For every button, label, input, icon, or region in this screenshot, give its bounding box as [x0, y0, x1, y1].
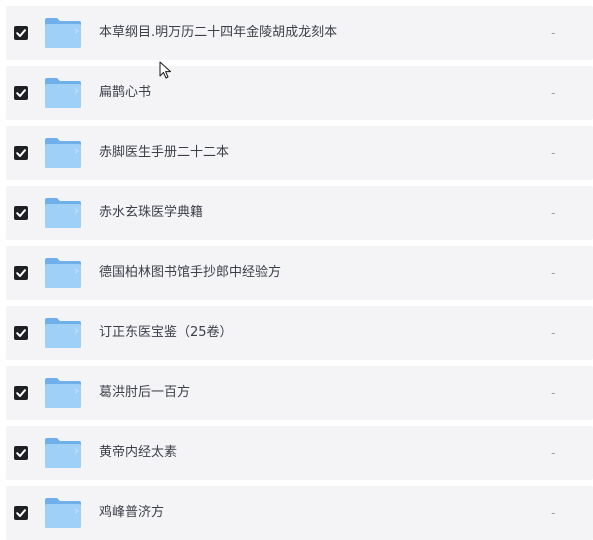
folder-icon: [45, 318, 81, 348]
file-name[interactable]: 本草纲目.明万历二十四年金陵胡成龙刻本: [99, 24, 337, 42]
file-size: -: [551, 506, 556, 520]
folder-icon: [45, 438, 81, 468]
folder-icon: [45, 378, 81, 408]
file-size: -: [551, 206, 556, 220]
file-size: -: [551, 446, 556, 460]
row-checkbox[interactable]: [14, 266, 28, 280]
row-checkbox[interactable]: [14, 506, 28, 520]
file-size: -: [551, 86, 556, 100]
checkmark-icon: [16, 389, 26, 397]
file-size: -: [551, 146, 556, 160]
file-name[interactable]: 扁鹊心书: [99, 84, 151, 102]
folder-icon: [45, 258, 81, 288]
file-name[interactable]: 赤水玄珠医学典籍: [99, 204, 203, 222]
row-checkbox[interactable]: [14, 326, 28, 340]
checkmark-icon: [16, 29, 26, 37]
folder-icon: [45, 198, 81, 228]
checkmark-icon: [16, 329, 26, 337]
file-row[interactable]: 鸡峰普济方 -: [6, 486, 593, 540]
file-row[interactable]: 扁鹊心书 -: [6, 66, 593, 120]
mouse-pointer-icon: [159, 61, 171, 79]
row-checkbox[interactable]: [14, 206, 28, 220]
checkmark-icon: [16, 89, 26, 97]
file-row[interactable]: 赤脚医生手册二十二本 -: [6, 126, 593, 180]
folder-icon: [45, 78, 81, 108]
file-row[interactable]: 黄帝内经太素 -: [6, 426, 593, 480]
file-name[interactable]: 鸡峰普济方: [99, 504, 164, 522]
folder-icon: [45, 18, 81, 48]
file-row[interactable]: 赤水玄珠医学典籍 -: [6, 186, 593, 240]
file-name[interactable]: 葛洪肘后一百方: [99, 384, 190, 402]
file-list: 本草纲目.明万历二十四年金陵胡成龙刻本 - 扁鹊心书 - 赤脚医生手册二十二本 …: [0, 0, 593, 540]
row-checkbox[interactable]: [14, 446, 28, 460]
row-checkbox[interactable]: [14, 26, 28, 40]
file-size: -: [551, 266, 556, 280]
checkmark-icon: [16, 209, 26, 217]
folder-icon: [45, 498, 81, 528]
checkmark-icon: [16, 269, 26, 277]
folder-icon: [45, 138, 81, 168]
file-row[interactable]: 本草纲目.明万历二十四年金陵胡成龙刻本 -: [6, 6, 593, 60]
file-name[interactable]: 赤脚医生手册二十二本: [99, 144, 229, 162]
checkmark-icon: [16, 509, 26, 517]
file-size: -: [551, 386, 556, 400]
file-size: -: [551, 26, 556, 40]
checkmark-icon: [16, 449, 26, 457]
checkmark-icon: [16, 149, 26, 157]
file-row[interactable]: 葛洪肘后一百方 -: [6, 366, 593, 420]
row-checkbox[interactable]: [14, 86, 28, 100]
file-name[interactable]: 订正东医宝鉴（25卷）: [99, 324, 233, 342]
file-name[interactable]: 黄帝内经太素: [99, 444, 177, 462]
file-row[interactable]: 订正东医宝鉴（25卷） -: [6, 306, 593, 360]
file-size: -: [551, 326, 556, 340]
row-checkbox[interactable]: [14, 386, 28, 400]
file-row[interactable]: 德国柏林图书馆手抄郎中经验方 -: [6, 246, 593, 300]
row-checkbox[interactable]: [14, 146, 28, 160]
file-name[interactable]: 德国柏林图书馆手抄郎中经验方: [99, 264, 281, 282]
